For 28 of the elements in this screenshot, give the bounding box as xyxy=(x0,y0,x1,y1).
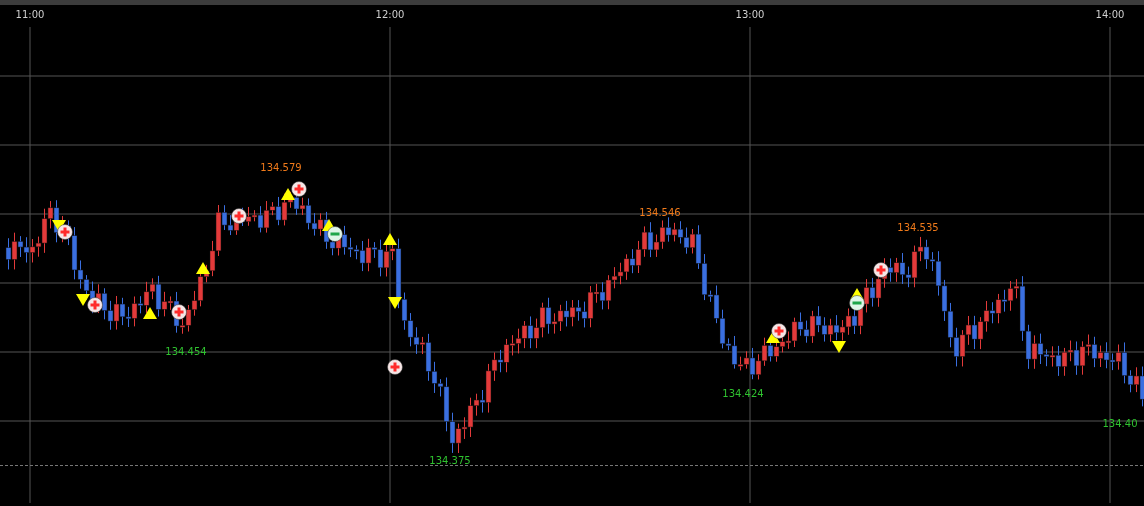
plus-circle-icon xyxy=(231,208,247,224)
minus-circle-icon xyxy=(849,295,865,311)
plus-circle-icon xyxy=(291,181,307,197)
down-triangle-icon xyxy=(388,297,402,309)
time-axis-label: 11:00 xyxy=(15,8,45,22)
high-price-label: 134.535 xyxy=(897,222,939,234)
time-axis-label: 14:00 xyxy=(1095,8,1125,22)
down-triangle-icon xyxy=(76,294,90,306)
plus-circle-icon xyxy=(87,297,103,313)
plus-circle-icon xyxy=(873,262,889,278)
up-triangle-icon xyxy=(383,233,397,245)
up-triangle-icon xyxy=(196,262,210,274)
down-triangle-icon xyxy=(832,341,846,353)
low-price-label: 134.454 xyxy=(165,346,207,358)
up-triangle-icon xyxy=(281,188,295,200)
low-price-label: 134.40 xyxy=(1102,418,1138,430)
high-price-label: 134.546 xyxy=(639,207,681,219)
time-axis-label: 12:00 xyxy=(375,8,405,22)
plus-circle-icon xyxy=(57,224,73,240)
plus-circle-icon xyxy=(387,359,403,375)
low-price-label: 134.424 xyxy=(722,388,764,400)
up-triangle-icon xyxy=(143,307,157,319)
time-axis-label: 13:00 xyxy=(735,8,765,22)
plus-circle-icon xyxy=(171,304,187,320)
plus-circle-icon xyxy=(771,323,787,339)
minus-circle-icon xyxy=(327,226,343,242)
low-price-label: 134.375 xyxy=(429,455,471,467)
high-price-label: 134.579 xyxy=(260,162,302,174)
